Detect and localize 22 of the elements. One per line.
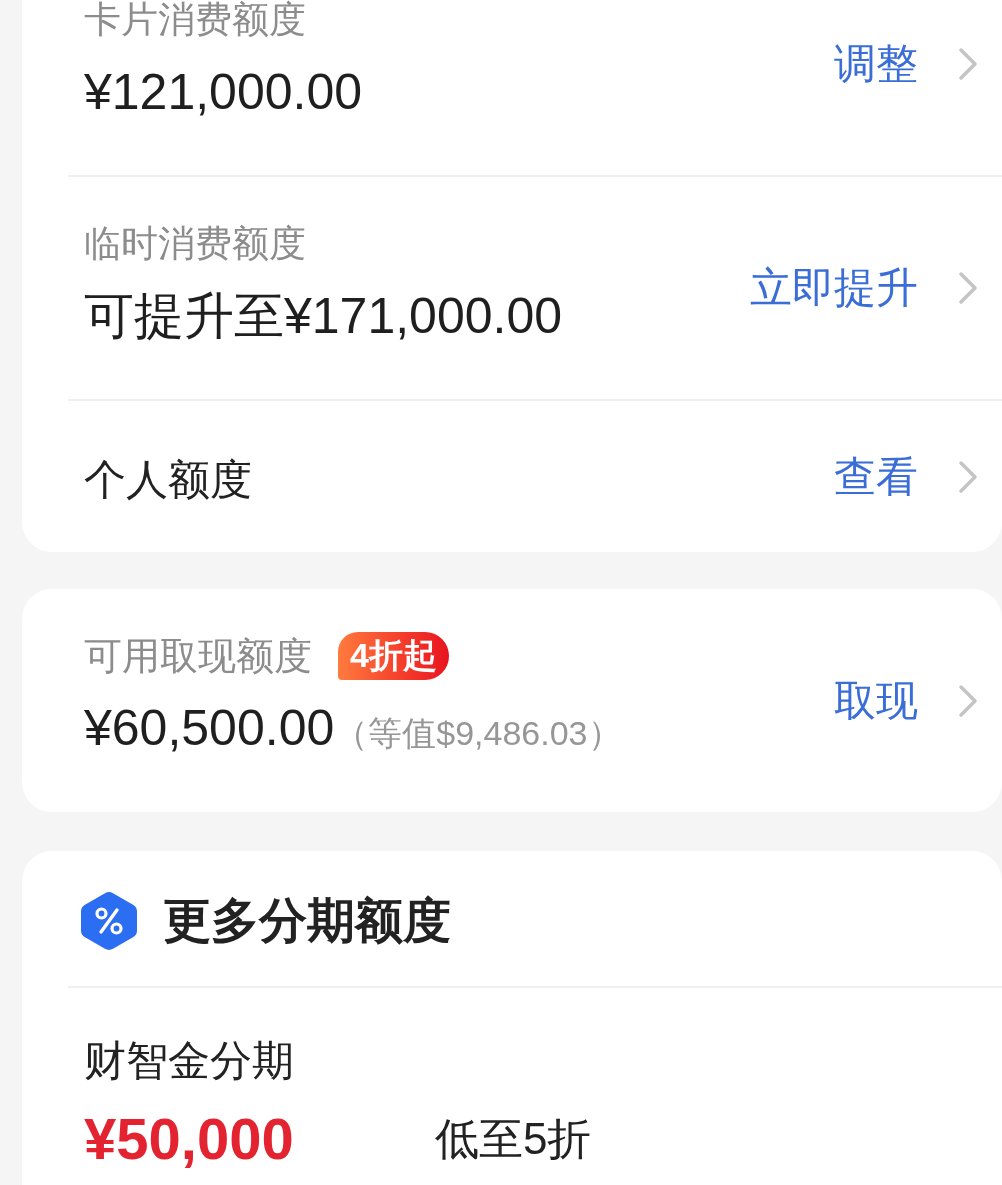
usd-equivalent: （等值$9,486.03） [334,713,622,754]
action-link[interactable]: 查看 [834,450,918,503]
chevron-icon [958,47,978,81]
limit-label: 卡片消费额度 [84,0,306,42]
action-link[interactable]: 调整 [834,38,918,90]
discount-badge: 4折起 [338,632,449,680]
cash-label: 可用取现额度 [84,634,312,679]
section-title: 更多分期额度 [163,893,451,949]
cash-amount: ¥60,500.00 [84,699,335,758]
percent-icon [80,891,138,951]
limit-label: 临时消费额度 [84,222,306,266]
discount-text: 低至5折 [435,1113,592,1165]
limit-amount: 可提升至¥171,000.00 [84,287,563,346]
action-link[interactable]: 立即提升 [750,262,918,314]
chevron-icon [958,459,978,494]
installment-amount: ¥50,000 [84,1105,294,1173]
installment-name: 财智金分期 [84,1036,294,1086]
action-link[interactable]: 取现 [834,674,918,727]
chevron-icon [958,683,978,718]
limit-amount: ¥121,000.00 [84,63,363,122]
chevron-icon [958,271,978,305]
limit-label: 个人额度 [84,454,252,505]
